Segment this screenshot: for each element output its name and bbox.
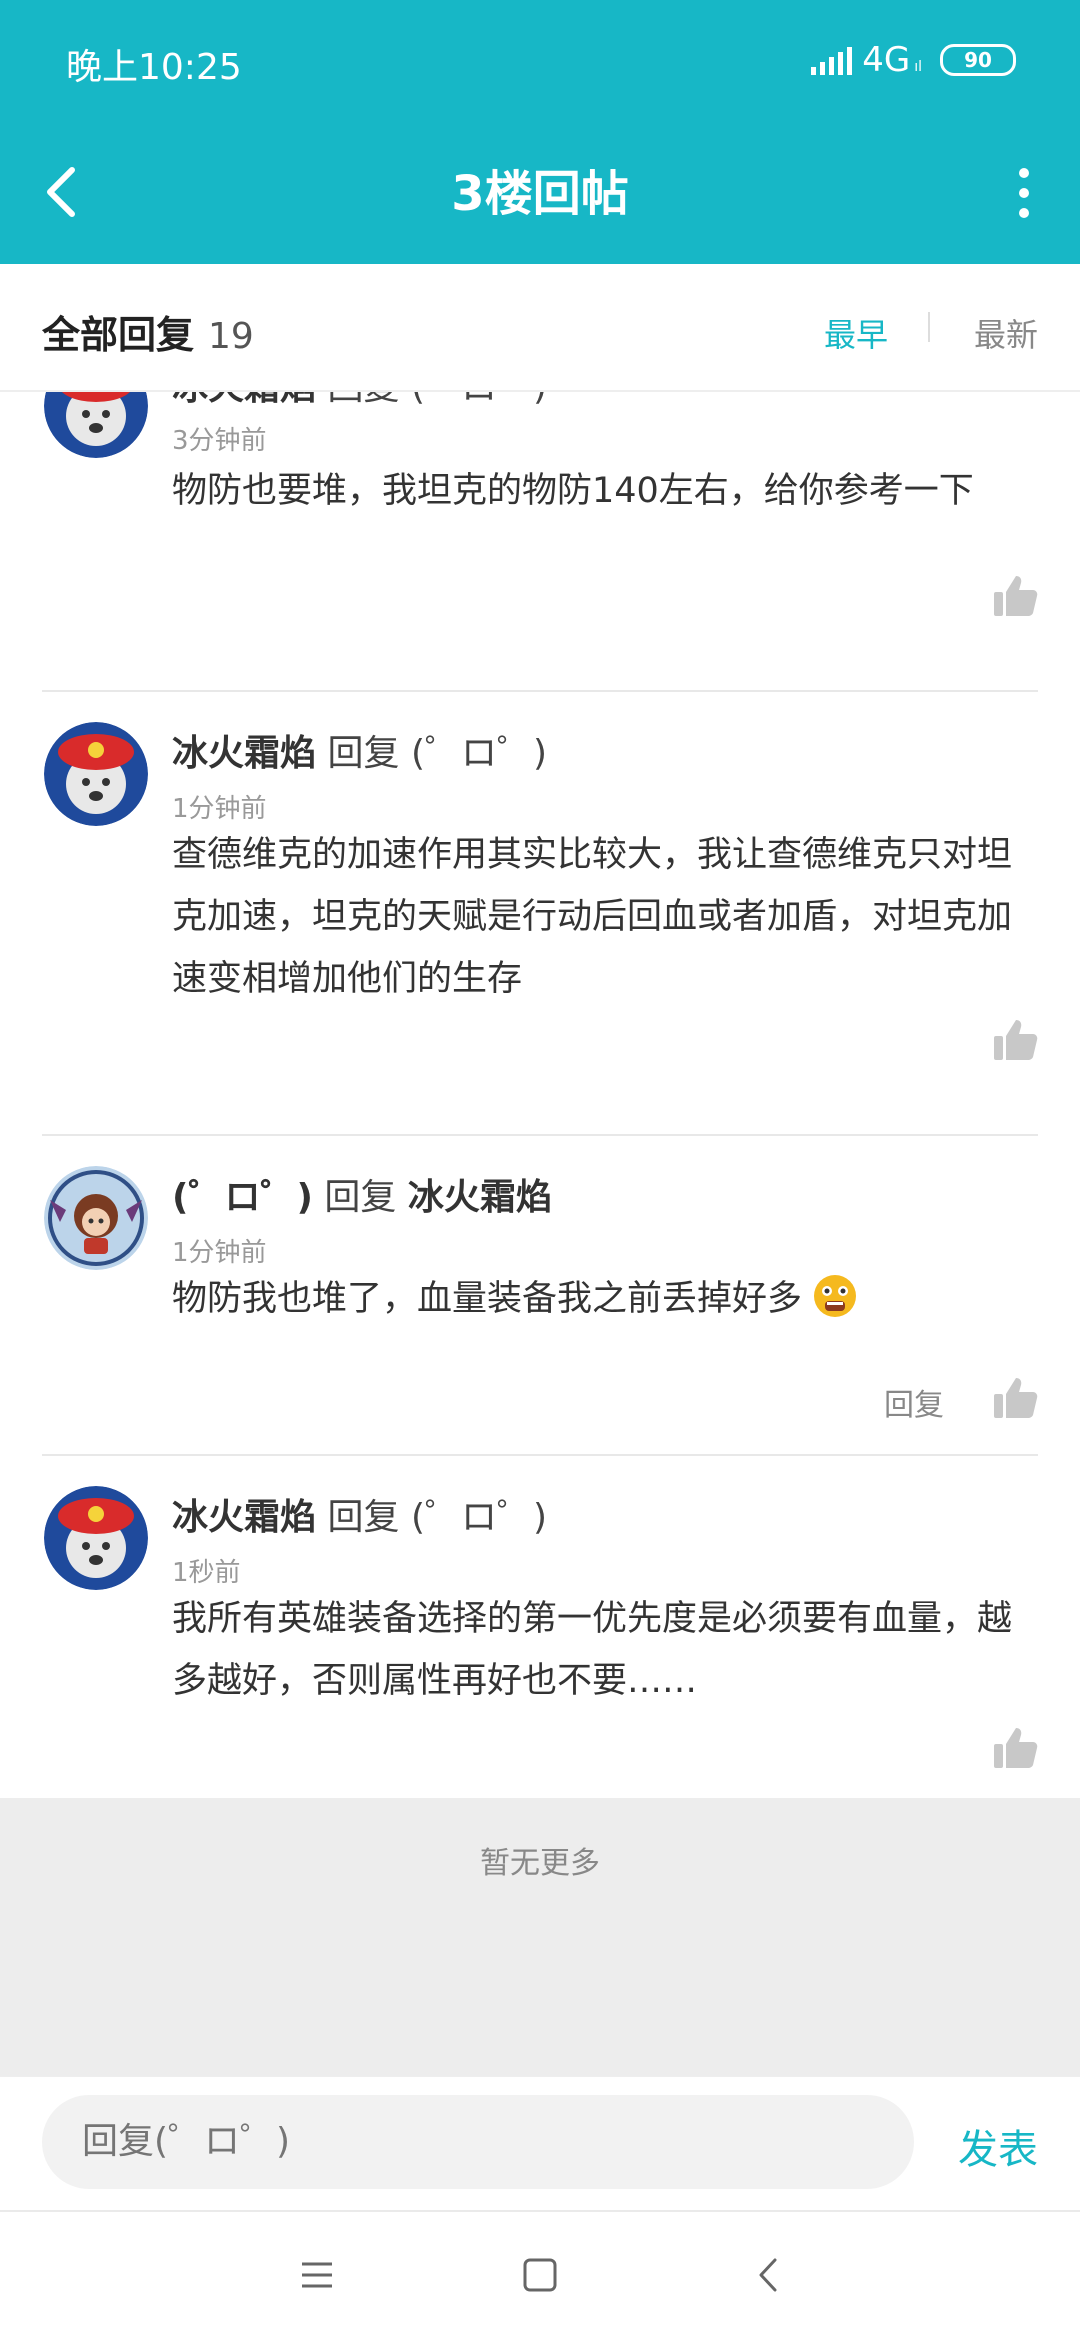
thumbs-up-icon <box>994 1020 1038 1060</box>
menu-button[interactable] <box>292 2250 342 2300</box>
thumbs-up-icon <box>994 1728 1038 1768</box>
reply-header: (゜ロ゜) 回复 冰火霜焰 <box>172 1168 552 1220</box>
reply-item: 冰火霜焰 回复 (゜ロ゜) 1分钟前 查德维克的加速作用其实比较大，我让查德维克… <box>0 690 1080 1136</box>
avatar[interactable] <box>44 722 148 826</box>
cartoon-girl-avatar-icon <box>44 1166 148 1270</box>
reply-time: 1分钟前 <box>172 1238 267 1268</box>
signal-icon <box>811 45 853 75</box>
avatar[interactable] <box>44 1166 148 1270</box>
publish-button[interactable]: 发表 <box>958 2117 1038 2175</box>
more-dot-icon <box>1019 188 1029 198</box>
thumbs-up-icon <box>994 1378 1038 1418</box>
username[interactable]: 冰火霜焰 <box>172 390 316 408</box>
reply-action-button[interactable]: 回复 <box>884 1380 944 1424</box>
reply-input[interactable] <box>42 2095 914 2189</box>
reply-item: 冰火霜焰 回复 (゜ロ゜) 3分钟前 物防也要堆，我坦克的物防140左右，给你参… <box>0 390 1080 692</box>
reply-item: (゜ロ゜) 回复 冰火霜焰 1分钟前 物防我也堆了，血量装备我之前丢掉好多 回复 <box>0 1136 1080 1456</box>
avatar[interactable] <box>44 390 148 458</box>
reply-time: 1秒前 <box>172 1558 241 1588</box>
puppy-avatar-icon <box>44 1486 148 1590</box>
reply-time: 1分钟前 <box>172 794 267 824</box>
reply-word: 回复 <box>327 1497 400 1538</box>
username[interactable]: 冰火霜焰 <box>172 733 316 774</box>
reply-text: 我所有英雄装备选择的第一优先度是必须要有血量，越多越好，否则属性再好也不要…… <box>172 1599 1013 1701</box>
replies-header: 全部回复 19 最早 最新 <box>0 264 1080 392</box>
no-more-label: 暂无更多 <box>480 1846 600 1881</box>
like-button[interactable] <box>992 1376 1038 1420</box>
reply-header: 冰火霜焰 回复 (゜ロ゜) <box>172 724 547 776</box>
replies-title: 全部回复 19 <box>42 304 254 359</box>
system-nav-bar <box>0 2210 1080 2342</box>
composer-bar: 发表 <box>0 2076 1080 2211</box>
status-time: 晚上10:25 <box>66 47 242 88</box>
username[interactable]: (゜ロ゜) <box>172 1177 313 1218</box>
home-square-icon <box>523 2258 557 2292</box>
network-activity-icon: ıl <box>914 59 922 75</box>
like-button[interactable] <box>992 1726 1038 1770</box>
puppy-avatar-icon <box>44 390 148 458</box>
reply-target[interactable]: (゜ロ゜) <box>411 390 547 408</box>
reply-target[interactable]: (゜ロ゜) <box>411 733 547 774</box>
shocked-emoji-icon <box>814 1275 857 1317</box>
replies-label: 全部回复 <box>42 313 195 357</box>
reply-text: 物防也要堆，我坦克的物防140左右，给你参考一下 <box>172 471 974 511</box>
reply-header: 冰火霜焰 回复 (゜ロ゜) <box>172 390 547 410</box>
no-more-section: 暂无更多 <box>0 1798 1080 2076</box>
reply-text: 物防我也堆了，血量装备我之前丢掉好多 <box>172 1268 1042 1330</box>
reply-text-content: 物防我也堆了，血量装备我之前丢掉好多 <box>172 1279 803 1319</box>
status-bar: 晚上10:25 4G ıl 90 <box>0 0 1080 120</box>
reply-list: 冰火霜焰 回复 (゜ロ゜) 3分钟前 物防也要堆，我坦克的物防140左右，给你参… <box>0 390 1080 1798</box>
replies-count: 19 <box>208 316 254 357</box>
avatar[interactable] <box>44 1486 148 1590</box>
sort-divider <box>928 312 930 342</box>
reply-text: 查德维克的加速作用其实比较大，我让查德维克只对坦克加速，坦克的天赋是行动后回血或… <box>172 835 1013 999</box>
reply-target[interactable]: (゜ロ゜) <box>411 1497 547 1538</box>
battery-icon: 90 <box>940 44 1016 76</box>
reply-item: 冰火霜焰 回复 (゜ロ゜) 1秒前 我所有英雄装备选择的第一优先度是必须要有血量… <box>0 1456 1080 1798</box>
system-back-button[interactable] <box>744 2250 794 2300</box>
sort-newest-tab[interactable]: 最新 <box>974 310 1038 356</box>
thumbs-up-icon <box>994 576 1038 616</box>
home-button[interactable] <box>515 2250 565 2300</box>
title-bar: 3楼回帖 <box>0 120 1080 264</box>
reply-time: 3分钟前 <box>172 426 267 456</box>
menu-icon <box>302 2262 332 2288</box>
sort-earliest-tab[interactable]: 最早 <box>824 310 888 356</box>
battery-level: 90 <box>964 48 992 72</box>
more-options-button[interactable] <box>994 158 1054 228</box>
reply-target[interactable]: 冰火霜焰 <box>408 1177 552 1218</box>
reply-word: 回复 <box>327 733 400 774</box>
network-label: 4G <box>862 40 911 80</box>
more-dot-icon <box>1019 168 1029 178</box>
more-dot-icon <box>1019 208 1029 218</box>
reply-word: 回复 <box>327 390 399 408</box>
back-arrow-icon <box>759 2258 777 2292</box>
status-icons: 4G ıl 90 <box>811 40 1016 80</box>
reply-word: 回复 <box>324 1177 397 1218</box>
page-title: 3楼回帖 <box>451 166 629 222</box>
username[interactable]: 冰火霜焰 <box>172 1497 316 1538</box>
puppy-avatar-icon <box>44 722 148 826</box>
like-button[interactable] <box>992 574 1038 618</box>
reply-header: 冰火霜焰 回复 (゜ロ゜) <box>172 1488 547 1540</box>
like-button[interactable] <box>992 1018 1038 1062</box>
